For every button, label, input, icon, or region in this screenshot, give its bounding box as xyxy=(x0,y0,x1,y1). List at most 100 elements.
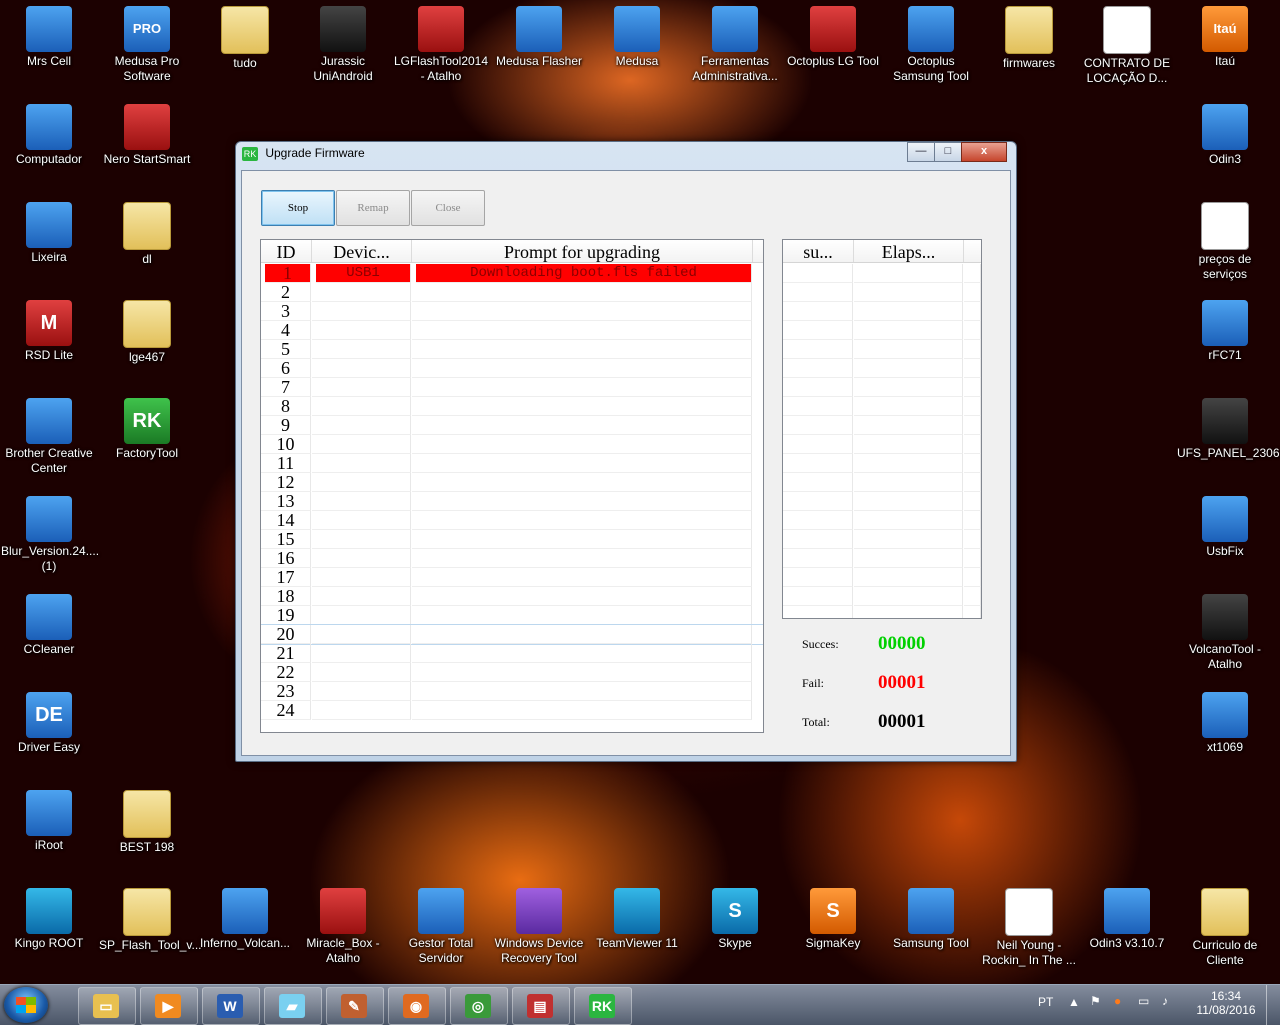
desktop-icon-curriculo-de-cliente[interactable]: Curriculo de Cliente xyxy=(1177,884,1273,968)
table-row[interactable]: 19 xyxy=(261,606,763,625)
table-row[interactable]: 3 xyxy=(261,302,763,321)
desktop-icon-samsung-tool[interactable]: Samsung Tool xyxy=(883,884,979,951)
desktop-icon-kingo-root[interactable]: Kingo ROOT xyxy=(1,884,97,951)
table-row[interactable]: 8 xyxy=(261,397,763,416)
table-row[interactable]: 16 xyxy=(261,549,763,568)
column-header-success[interactable]: su... xyxy=(783,240,854,262)
close-window-button[interactable]: x xyxy=(961,142,1007,162)
table-row[interactable]: 14 xyxy=(261,511,763,530)
table-row[interactable]: 1 USB1 Downloading boot.fls failed xyxy=(261,264,763,283)
desktop-icon-computador[interactable]: Computador xyxy=(1,100,97,167)
taskbar-firefox-button[interactable]: ◉ xyxy=(388,987,446,1025)
desktop-icon-driver-easy[interactable]: DE Driver Easy xyxy=(1,688,97,755)
show-desktop-button[interactable] xyxy=(1266,985,1280,1025)
table-row[interactable]: 13 xyxy=(261,492,763,511)
taskbar-sticky-notes-button[interactable]: ▰ xyxy=(264,987,322,1025)
desktop-icon-mrs-cell[interactable]: Mrs Cell xyxy=(1,2,97,69)
column-header-elapsed[interactable]: Elaps... xyxy=(854,240,964,262)
desktop-icon-volcanotool-atalho[interactable]: VolcanoTool - Atalho xyxy=(1177,590,1273,672)
desktop-icon-lge467[interactable]: lge467 xyxy=(99,296,195,365)
desktop-icon-rfc71[interactable]: rFC71 xyxy=(1177,296,1273,363)
table-row[interactable]: 9 xyxy=(261,416,763,435)
tray-app-icon[interactable]: ● xyxy=(1114,994,1121,1008)
desktop-icon-firmwares[interactable]: firmwares xyxy=(981,2,1077,71)
taskbar-paint-button[interactable]: ✎ xyxy=(326,987,384,1025)
language-indicator[interactable]: PT xyxy=(1038,995,1053,1009)
table-row[interactable]: 21 xyxy=(261,644,763,663)
table-row[interactable]: 15 xyxy=(261,530,763,549)
desktop-icon-odin3[interactable]: Odin3 xyxy=(1177,100,1273,167)
desktop-icon-medusa-pro-software[interactable]: PRO Medusa Pro Software xyxy=(99,2,195,84)
action-center-flag-icon[interactable]: ⚑ xyxy=(1090,994,1101,1008)
start-button[interactable] xyxy=(4,987,48,1023)
desktop-icon-windows-device-recovery-tool[interactable]: Windows Device Recovery Tool xyxy=(491,884,587,966)
desktop-icon-neil-young-rockin-in-the[interactable]: Neil Young - Rockin_ In The ... xyxy=(981,884,1077,968)
desktop-icon-inferno-volcan[interactable]: Inferno_Volcan... xyxy=(197,884,293,951)
table-row[interactable]: 12 xyxy=(261,473,763,492)
desktop-icon-lgflashtool2014-atalho[interactable]: LGFlashTool2014 - Atalho xyxy=(393,2,489,84)
column-header-device[interactable]: Devic... xyxy=(312,240,412,262)
stop-button[interactable]: Stop xyxy=(261,190,335,226)
table-row[interactable]: 5 xyxy=(261,340,763,359)
desktop-icon-odin3-v3-10-7[interactable]: Odin3 v3.10.7 xyxy=(1079,884,1175,951)
close-button[interactable]: Close xyxy=(411,190,485,226)
desktop-icon-nero-startsmart[interactable]: Nero StartSmart xyxy=(99,100,195,167)
table-row[interactable]: 22 xyxy=(261,663,763,682)
desktop-icon-jurassic-uniandroid[interactable]: Jurassic UniAndroid xyxy=(295,2,391,84)
taskbar-chrome-button[interactable]: ◎ xyxy=(450,987,508,1025)
table-row[interactable]: 24 xyxy=(261,701,763,720)
stats-table[interactable]: su... Elaps... xyxy=(782,239,982,619)
desktop-icon-contrato-de-loca-o-d[interactable]: CONTRATO DE LOCAÇÃO D... xyxy=(1079,2,1175,86)
taskbar-explorer-button[interactable]: ▭ xyxy=(78,987,136,1025)
device-table[interactable]: ID Devic... Prompt for upgrading 1 USB1 Do… xyxy=(260,239,764,733)
column-header-id[interactable]: ID xyxy=(261,240,312,262)
desktop-icon-rsd-lite[interactable]: M RSD Lite xyxy=(1,296,97,363)
desktop-icon-ccleaner[interactable]: CCleaner xyxy=(1,590,97,657)
taskbar-toolbox-button[interactable]: ▤ xyxy=(512,987,570,1025)
desktop-icon-blur-version-24-1[interactable]: Blur_Version.24.... (1) xyxy=(1,492,99,574)
desktop-icon-octoplus-samsung-tool[interactable]: Octoplus Samsung Tool xyxy=(883,2,979,84)
desktop-icon-brother-creative-center[interactable]: Brother Creative Center xyxy=(1,394,97,476)
desktop-icon-medusa[interactable]: Medusa xyxy=(589,2,685,69)
show-hidden-icons-icon[interactable]: ▲ xyxy=(1068,995,1080,1009)
table-row[interactable]: 7 xyxy=(261,378,763,397)
network-icon[interactable]: ▭ xyxy=(1138,994,1149,1008)
desktop-icon-octoplus-lg-tool[interactable]: Octoplus LG Tool xyxy=(785,2,881,69)
taskbar-word-button[interactable]: W xyxy=(202,987,260,1025)
desktop-icon-factorytool[interactable]: RK FactoryTool xyxy=(99,394,195,461)
desktop-icon-usbfix[interactable]: UsbFix xyxy=(1177,492,1273,559)
table-row[interactable]: 2 xyxy=(261,283,763,302)
table-row[interactable]: 23 xyxy=(261,682,763,701)
desktop-icon-miracle-box-atalho[interactable]: Miracle_Box - Atalho xyxy=(295,884,391,966)
table-row[interactable]: 10 xyxy=(261,435,763,454)
taskbar-media-player-button[interactable]: ▶ xyxy=(140,987,198,1025)
clock[interactable]: 16:34 11/08/2016 xyxy=(1196,989,1256,1017)
maximize-button[interactable]: □ xyxy=(934,142,962,162)
desktop-icon-ita[interactable]: Itaú Itaú xyxy=(1177,2,1273,69)
table-row[interactable]: 6 xyxy=(261,359,763,378)
table-row[interactable]: 4 xyxy=(261,321,763,340)
desktop-icon-gestor-total-servidor[interactable]: Gestor Total Servidor xyxy=(393,884,489,966)
desktop-icon-ferramentas-administrativa[interactable]: Ferramentas Administrativa... xyxy=(687,2,783,84)
volume-icon[interactable]: ♪ xyxy=(1162,994,1168,1008)
desktop-icon-dl[interactable]: dl xyxy=(99,198,195,267)
desktop-icon-medusa-flasher[interactable]: Medusa Flasher xyxy=(491,2,587,69)
table-row[interactable]: 17 xyxy=(261,568,763,587)
window-title-bar[interactable]: RK Upgrade Firmware xyxy=(242,146,365,166)
desktop-icon-xt1069[interactable]: xt1069 xyxy=(1177,688,1273,755)
desktop-icon-lixeira[interactable]: Lixeira xyxy=(1,198,97,265)
desktop-icon-sigmakey[interactable]: S SigmaKey xyxy=(785,884,881,951)
desktop-icon-skype[interactable]: S Skype xyxy=(687,884,783,951)
desktop-icon-iroot[interactable]: iRoot xyxy=(1,786,97,853)
taskbar-rk-factorytool-button[interactable]: RK xyxy=(574,987,632,1025)
desktop-icon-pre-os-de-servi-os[interactable]: preços de serviços xyxy=(1177,198,1273,282)
table-row[interactable]: 20 xyxy=(261,624,763,645)
table-row[interactable]: 18 xyxy=(261,587,763,606)
desktop-icon-tudo[interactable]: tudo xyxy=(197,2,293,71)
column-header-prompt[interactable]: Prompt for upgrading xyxy=(412,240,753,262)
table-row[interactable]: 11 xyxy=(261,454,763,473)
desktop-icon-best-198[interactable]: BEST 198 xyxy=(99,786,195,855)
remap-button[interactable]: Remap xyxy=(336,190,410,226)
desktop-icon-sp-flash-tool-v[interactable]: SP_Flash_Tool_v... xyxy=(99,884,202,953)
minimize-button[interactable]: — xyxy=(907,142,935,162)
